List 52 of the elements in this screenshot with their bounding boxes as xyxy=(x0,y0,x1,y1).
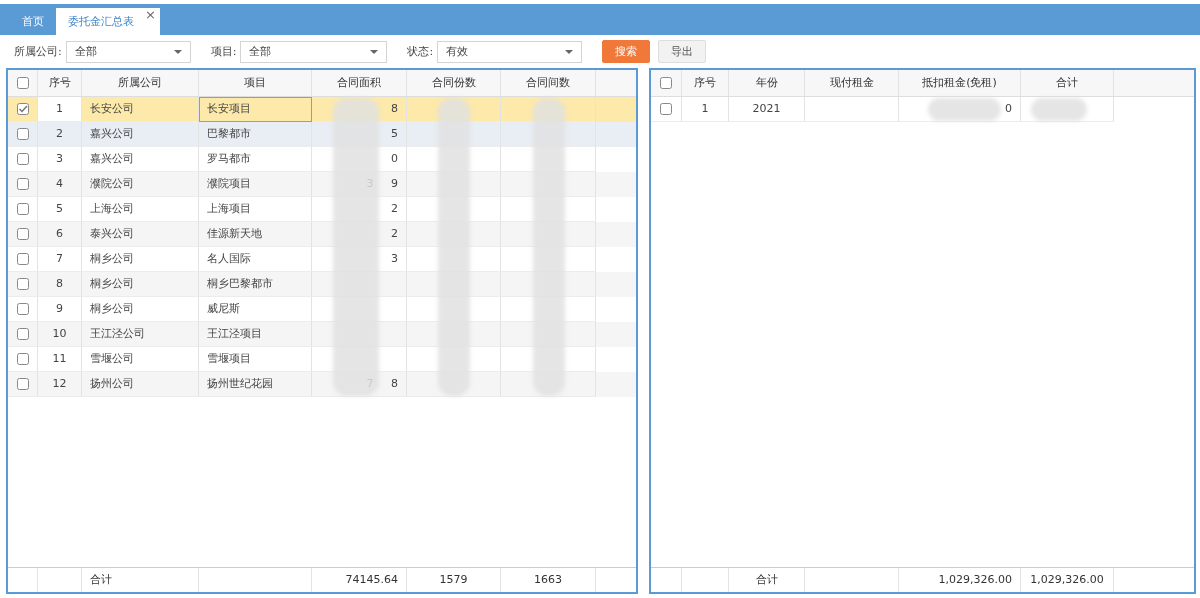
table-cell: 12 xyxy=(38,372,82,397)
total-label: 合计 xyxy=(755,573,778,586)
table-cell: 扬州公司 xyxy=(82,372,199,397)
caret-icon xyxy=(565,49,574,54)
column-header[interactable]: 序号 xyxy=(682,70,729,96)
checkbox[interactable] xyxy=(16,278,29,290)
checkbox[interactable] xyxy=(16,253,29,265)
column-header[interactable]: 合同面积 xyxy=(312,70,407,96)
caret-icon xyxy=(173,49,182,54)
checkbox[interactable] xyxy=(16,203,29,215)
total-value: 1,029,326.00 xyxy=(1030,573,1104,586)
checkbox[interactable] xyxy=(16,228,29,240)
total-value: 1579 xyxy=(439,573,468,586)
checkbox[interactable] xyxy=(16,77,29,89)
column-header[interactable]: 所属公司 xyxy=(82,70,199,96)
table-cell: 2021 xyxy=(729,97,805,122)
filter-label: 项目: xyxy=(210,44,237,59)
caret-icon xyxy=(370,49,379,54)
checkbox[interactable] xyxy=(16,103,29,115)
table-cell: 扬州世纪花园 xyxy=(199,372,312,397)
tab[interactable]: 委托金汇总表 × xyxy=(56,8,160,35)
column-header[interactable]: 合计 xyxy=(1021,70,1114,96)
total-label: 合计 xyxy=(90,573,112,586)
checkbox[interactable] xyxy=(16,353,29,365)
export-button[interactable]: 导出 xyxy=(658,40,707,63)
table-cell: 长安项目 xyxy=(199,97,312,122)
checkbox[interactable] xyxy=(16,128,29,140)
column-header[interactable]: 合同份数 xyxy=(407,70,501,96)
dropdown[interactable]: 全部 xyxy=(240,40,388,63)
dropdown[interactable]: 有效 xyxy=(437,40,583,63)
total-value: 1,029,326.00 xyxy=(938,573,1012,586)
column-header[interactable]: 合同间数 xyxy=(501,70,596,96)
checkbox[interactable] xyxy=(16,378,29,390)
total-value: 1663 xyxy=(534,573,562,586)
checkbox[interactable] xyxy=(660,103,672,115)
column-header[interactable]: 抵扣租金(免租) xyxy=(899,70,1021,96)
column-header[interactable]: 序号 xyxy=(38,70,82,96)
total-value: 74145.64 xyxy=(345,573,398,586)
close-button[interactable]: × xyxy=(145,8,156,21)
column-header[interactable]: 年份 xyxy=(729,70,805,96)
column-header[interactable]: 现付租金 xyxy=(805,70,899,96)
checkbox[interactable] xyxy=(16,178,29,190)
dropdown[interactable]: 全部 xyxy=(65,40,191,63)
checkbox[interactable] xyxy=(16,153,29,165)
filter-label: 状态: xyxy=(407,44,434,59)
checkbox[interactable] xyxy=(660,77,672,89)
checkbox[interactable] xyxy=(16,303,29,315)
table-cell: 1 xyxy=(38,97,82,122)
filter-label: 所属公司: xyxy=(14,44,62,59)
table-cell: 1 xyxy=(682,97,729,122)
checkbox[interactable] xyxy=(16,328,29,340)
column-header[interactable]: 项目 xyxy=(199,70,312,96)
